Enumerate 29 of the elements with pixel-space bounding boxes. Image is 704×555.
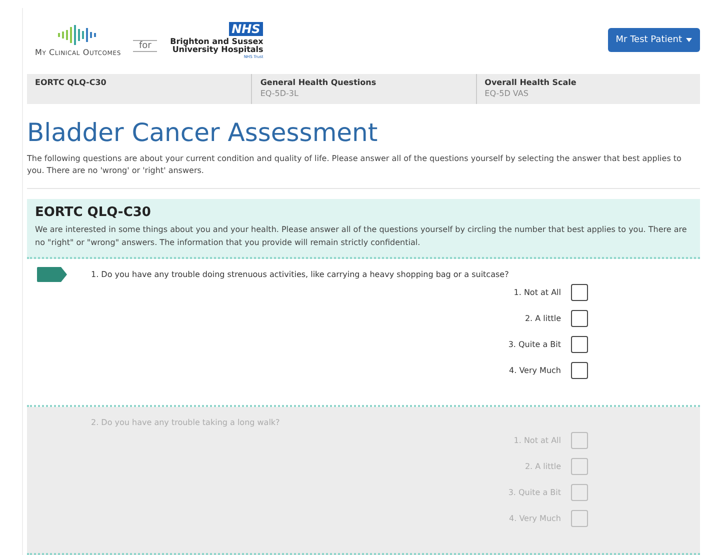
option-label: 1. Not at All bbox=[514, 436, 561, 446]
step-subtitle: EQ-5D-3L bbox=[260, 89, 300, 98]
step-title[interactable]: EORTC QLQ-C30 bbox=[35, 78, 244, 87]
answer-checkbox[interactable] bbox=[571, 284, 588, 302]
option-label: 4. Very Much bbox=[509, 366, 561, 376]
step-title[interactable]: General Health Questions bbox=[260, 78, 468, 87]
for-label: for bbox=[132, 40, 158, 52]
caret-icon bbox=[686, 38, 692, 42]
option-label: 3. Quite a Bit bbox=[508, 488, 561, 498]
step-title[interactable]: Overall Health Scale bbox=[484, 78, 692, 87]
step-subtitle: EQ-5D VAS bbox=[484, 89, 530, 98]
user-menu-button[interactable]: Mr Test Patient bbox=[608, 28, 700, 52]
question-text: 1. Do you have any trouble doing strenuous activities, like carrying a heavy shopping bag or a suitcase? bbox=[91, 270, 509, 280]
nhs-badge: NHS bbox=[228, 22, 264, 36]
intro-text: The following questions are about your current condition and quality of life. Please answer all of the questions yourself by selecting the answer that best applies to you. There are no 'wrong' or 'right' answers. bbox=[27, 153, 700, 189]
option-label: 1. Not at All bbox=[514, 288, 561, 298]
question-text: 2. Do you have any trouble taking a long walk? bbox=[91, 418, 280, 428]
trust-name: Brighton and Sussex University Hospitals bbox=[169, 38, 264, 54]
option-label: 2. A little bbox=[524, 462, 561, 472]
page-title: Bladder Cancer Assessment bbox=[27, 118, 379, 147]
answer-checkbox[interactable] bbox=[571, 336, 588, 354]
brand-name: My Clinical Outcomes bbox=[35, 48, 121, 56]
answer-checkbox[interactable] bbox=[571, 310, 588, 328]
option-label: 2. A little bbox=[524, 314, 561, 324]
section-title: EORTC QLQ-C30 bbox=[35, 204, 152, 220]
answer-checkbox[interactable] bbox=[571, 362, 588, 380]
option-label: 3. Quite a Bit bbox=[508, 340, 561, 350]
option-label: 4. Very Much bbox=[509, 514, 561, 524]
section-description: We are interested in some things about you and your health. Please answer all of the questions yourself by circling the number that best applies to you. There are no "right" or "wrong" answers. The information that you provide will remain strictly confidential. bbox=[35, 224, 688, 249]
